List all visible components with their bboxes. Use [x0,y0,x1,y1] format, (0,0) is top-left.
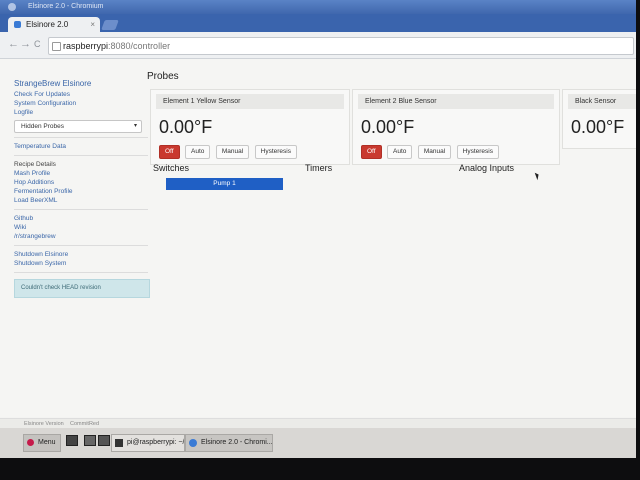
probes-heading: Probes [147,71,179,82]
tab-strip: Elsinore 2.0 × [0,14,636,32]
probe-name: Black Sensor [568,94,636,109]
window-titlebar: Elsinore 2.0 - Chromium [0,0,636,14]
taskbar: Menu pi@raspberrypi: ~/ho... Elsinore 2.… [0,428,636,458]
probe-name: Element 1 Yellow Sensor [156,94,344,109]
tab-close-icon[interactable]: × [90,17,95,32]
probe-mode-buttons: Off Auto Manual Hysteresis [159,140,298,159]
recipe-details-label: Recipe Details [14,161,56,168]
window-menu-icon[interactable] [8,3,16,11]
reload-icon[interactable]: C [34,39,41,49]
taskbar-terminal[interactable]: pi@raspberrypi: ~/ho... [111,434,185,452]
auto-button[interactable]: Auto [387,145,413,159]
address-text: raspberrypi:8080/controller [63,38,170,54]
back-arrow-icon[interactable]: ← [8,38,19,50]
terminal-launcher-icon[interactable] [66,435,78,446]
terminal-label: pi@raspberrypi: ~/ho... [127,439,185,446]
terminal-icon [115,439,123,447]
new-tab-button[interactable] [101,20,119,30]
shutdown-system-link[interactable]: Shutdown System [14,259,152,268]
github-link[interactable]: Github [14,214,152,223]
chromium-icon [189,439,197,447]
probe-card: Element 2 Blue Sensor 0.00°F Off Auto Ma… [352,89,560,165]
mash-profile-link[interactable]: Mash Profile [14,169,152,178]
divider [14,155,148,156]
probe-card: Element 1 Yellow Sensor 0.00°F Off Auto … [150,89,350,165]
page-content: StrangeBrew Elsinore Check For Updates S… [0,59,636,417]
logfile-link[interactable]: Logfile [14,108,152,117]
probe-temperature: 0.00°F [361,117,415,137]
load-beerxml-link[interactable]: Load BeerXML [14,196,152,205]
tab-label: Elsinore 2.0 [26,20,69,29]
check-updates-link[interactable]: Check For Updates [14,90,152,99]
window-title: Elsinore 2.0 - Chromium [28,3,104,10]
probe-name: Element 2 Blue Sensor [358,94,554,109]
address-bar[interactable]: raspberrypi:8080/controller [48,37,634,55]
url-path: :8080/controller [108,41,171,51]
hidden-probes-select[interactable]: Hidden Probes ▾ [14,120,142,133]
sidebar: StrangeBrew Elsinore Check For Updates S… [14,79,152,298]
tab-elsinore[interactable]: Elsinore 2.0 × [8,17,100,32]
analog-inputs-heading: Analog Inputs [459,163,515,173]
raspberry-icon [27,439,34,446]
browser-label: Elsinore 2.0 - Chromi... [201,439,273,446]
hop-additions-link[interactable]: Hop Additions [14,178,152,187]
auto-button[interactable]: Auto [185,145,211,159]
divider [14,272,148,273]
off-button[interactable]: Off [361,145,382,159]
select-value: Hidden Probes [21,123,64,130]
start-menu-button[interactable]: Menu [23,434,61,452]
url-host: raspberrypi [63,41,109,51]
revision-alert: Couldn't check HEAD revision [14,279,150,298]
mouse-cursor-icon [534,171,541,181]
file-manager-icon[interactable] [84,435,96,446]
manual-button[interactable]: Manual [215,145,250,159]
system-configuration-link[interactable]: System Configuration [14,99,152,108]
probe-card: Black Sensor 0.00°F [562,89,636,149]
manual-button[interactable]: Manual [417,145,452,159]
timers-heading: Timers [305,163,333,173]
probe-mode-buttons: Off Auto Manual Hysteresis [361,140,500,159]
probe-temperature: 0.00°F [571,117,625,137]
taskbar-browser[interactable]: Elsinore 2.0 - Chromi... [185,434,273,452]
hysteresis-button[interactable]: Hysteresis [456,145,499,159]
fermentation-profile-link[interactable]: Fermentation Profile [14,187,152,196]
shutdown-elsinore-link[interactable]: Shutdown Elsinore [14,250,152,259]
switches-heading: Switches [153,163,190,173]
divider [14,245,148,246]
off-button[interactable]: Off [159,145,180,159]
sidebar-title[interactable]: StrangeBrew Elsinore [14,79,152,88]
menu-label: Menu [38,439,56,446]
page-icon [52,42,61,51]
temperature-data-link[interactable]: Temperature Data [14,142,152,151]
divider [14,209,148,210]
browser-toolbar: ← → C raspberrypi:8080/controller [0,32,636,59]
forward-arrow-icon[interactable]: → [20,38,31,50]
screen: Elsinore 2.0 - Chromium Elsinore 2.0 × ←… [0,0,636,458]
favicon-icon [14,21,21,28]
pump-1-button[interactable]: Pump 1 [166,178,283,190]
hysteresis-button[interactable]: Hysteresis [254,145,297,159]
wiki-link[interactable]: Wiki [14,223,152,232]
divider [14,137,148,138]
browser-launcher-icon[interactable] [98,435,110,446]
chevron-down-icon: ▾ [133,123,137,129]
probe-temperature: 0.00°F [159,117,213,137]
subreddit-link[interactable]: /r/strangebrew [14,232,152,241]
